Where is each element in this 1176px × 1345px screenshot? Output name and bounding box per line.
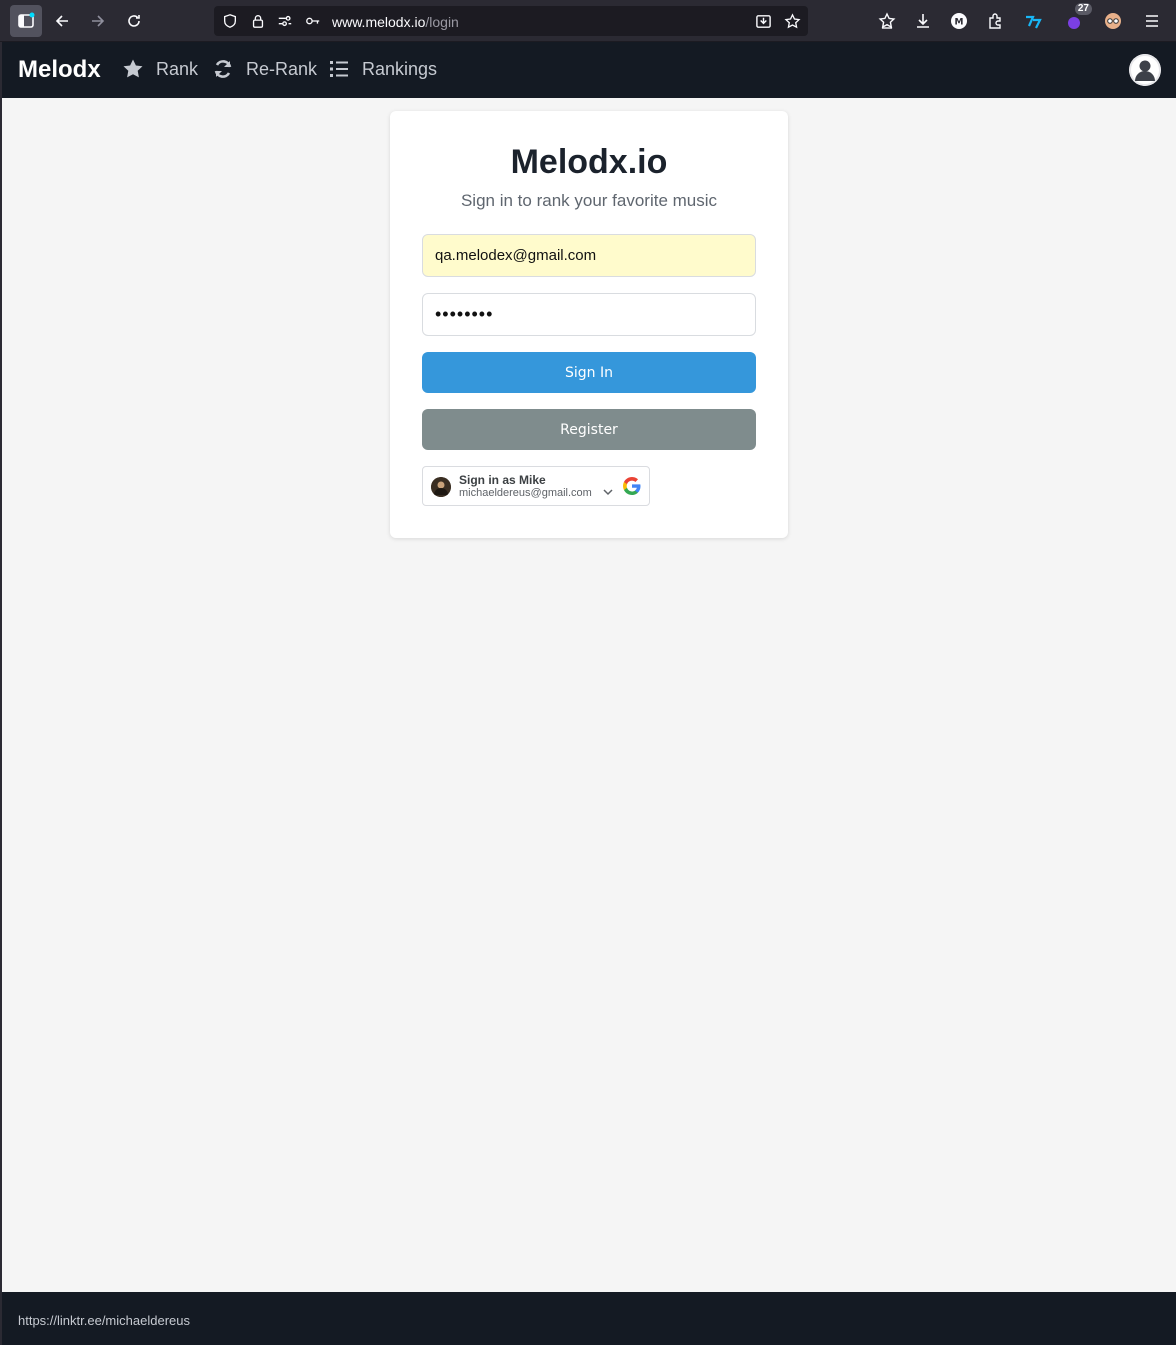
email-field[interactable] bbox=[422, 234, 756, 277]
brand-logo[interactable]: Melodx bbox=[18, 56, 101, 84]
chevron-down-icon[interactable] bbox=[603, 487, 613, 497]
status-link-url: https://linktr.ee/michaeldereus bbox=[18, 1313, 190, 1328]
menu-icon[interactable] bbox=[1136, 5, 1168, 37]
star-icon bbox=[123, 59, 143, 78]
extensions-icon[interactable] bbox=[979, 5, 1011, 37]
google-sign-in-button[interactable]: Sign in as Mike michaeldereus@gmail.com bbox=[422, 466, 650, 506]
key-icon[interactable] bbox=[304, 12, 322, 30]
user-avatar-icon[interactable] bbox=[1129, 54, 1161, 86]
list-icon bbox=[330, 61, 348, 77]
glasses-extension-icon[interactable] bbox=[1097, 5, 1129, 37]
page: Melodx Rank Re-Rank Rankings Melodx.io S… bbox=[2, 42, 1176, 1292]
nav-item-rankings[interactable]: Rankings bbox=[328, 58, 437, 80]
google-account-name: Sign in as Mike bbox=[459, 473, 546, 487]
sidebar-toggle-icon[interactable] bbox=[10, 5, 42, 37]
extension-badge: 27 bbox=[1074, 3, 1092, 15]
address-bar[interactable]: www.melodx.io/login bbox=[214, 6, 808, 36]
status-bar: https://linktr.ee/michaeldereus bbox=[2, 1292, 1176, 1345]
google-account-avatar bbox=[431, 477, 451, 497]
nav-item-label: Rank bbox=[156, 58, 199, 79]
nav-item-rank[interactable]: Rank bbox=[122, 58, 198, 80]
lock-icon[interactable] bbox=[249, 12, 267, 30]
login-subtitle: Sign in to rank your favorite music bbox=[460, 191, 718, 210]
refresh-icon bbox=[214, 60, 232, 78]
bookmark-star-icon[interactable] bbox=[783, 12, 801, 30]
login-card: Melodx.io Sign in to rank your favorite … bbox=[390, 111, 788, 538]
google-account-email: michaeldereus@gmail.com bbox=[459, 487, 592, 499]
pocket-icon[interactable] bbox=[871, 5, 903, 37]
google-g-icon bbox=[623, 477, 641, 495]
browser-toolbar: www.melodx.io/login M 27 bbox=[0, 0, 1176, 42]
account-m-icon[interactable]: M bbox=[943, 5, 975, 37]
site-navbar: Melodx Rank Re-Rank Rankings bbox=[2, 42, 1176, 98]
permissions-icon[interactable] bbox=[276, 12, 294, 30]
nav-item-label: Rankings bbox=[362, 58, 438, 79]
password-field[interactable] bbox=[422, 293, 756, 336]
register-button[interactable]: Register bbox=[422, 409, 756, 450]
reload-icon[interactable] bbox=[118, 5, 150, 37]
forward-icon[interactable] bbox=[82, 5, 114, 37]
shield-icon[interactable] bbox=[221, 12, 239, 30]
translate-extension-icon[interactable] bbox=[1017, 5, 1049, 37]
url-text[interactable]: www.melodx.io/login bbox=[332, 14, 459, 30]
nav-item-rerank[interactable]: Re-Rank bbox=[212, 58, 317, 80]
downloads-icon[interactable] bbox=[907, 5, 939, 37]
sign-in-button[interactable]: Sign In bbox=[422, 352, 756, 393]
svg-text:M: M bbox=[955, 18, 964, 28]
nav-item-label: Re-Rank bbox=[246, 58, 318, 79]
login-title: Melodx.io bbox=[510, 143, 668, 181]
notification-extension-icon[interactable]: 27 bbox=[1058, 3, 1092, 37]
back-icon[interactable] bbox=[46, 5, 78, 37]
install-app-icon[interactable] bbox=[754, 12, 772, 30]
